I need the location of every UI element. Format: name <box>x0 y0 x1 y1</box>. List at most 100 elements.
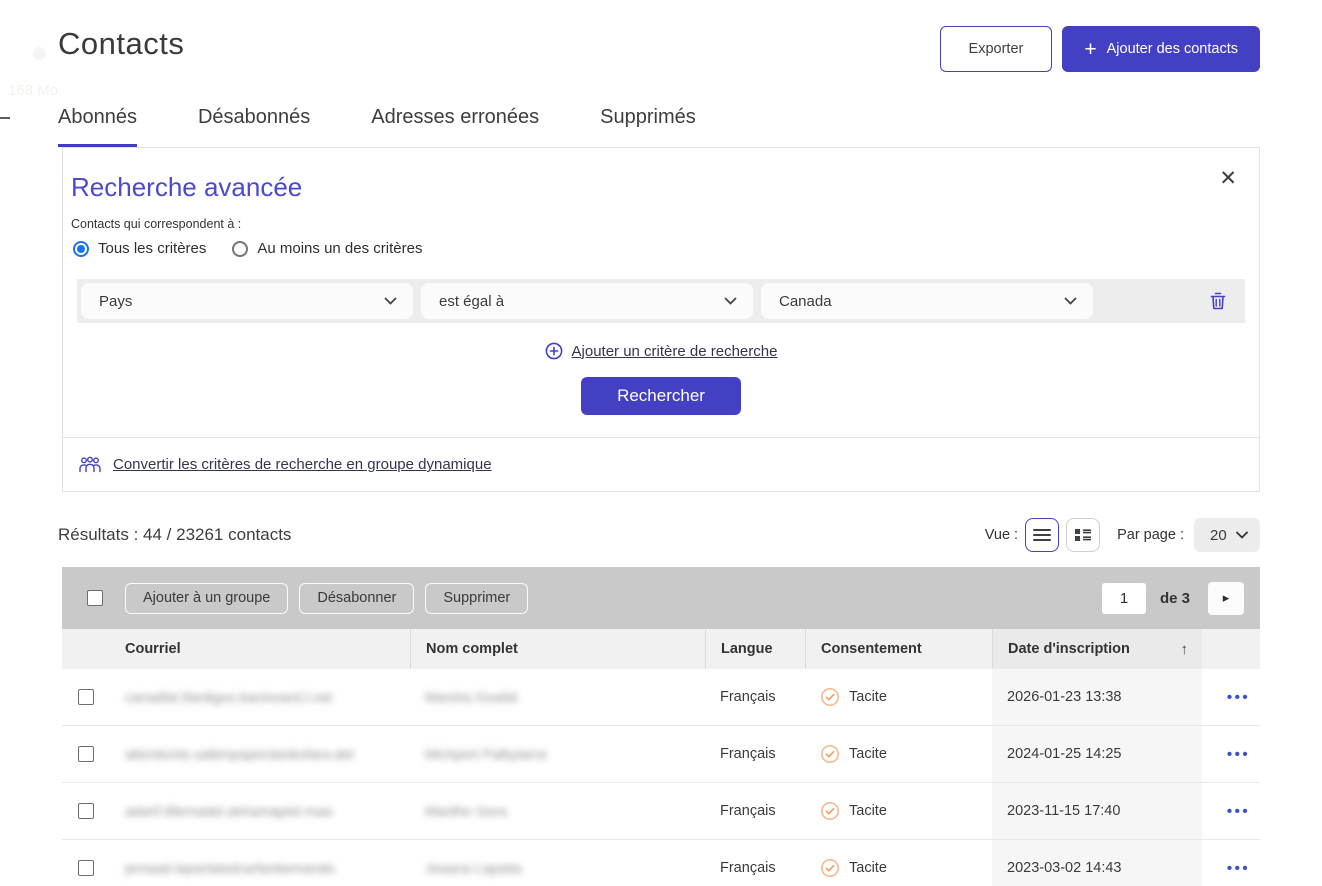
header-actions-spacer <box>1202 629 1260 669</box>
redacted-name: Jeaana Lapatta <box>425 860 522 876</box>
row-menu-icon[interactable]: ••• <box>1227 803 1250 820</box>
next-page-icon: ▸ <box>1223 590 1230 605</box>
table-row: jemaad.lapartatedcarfanbemande. Jeaana L… <box>62 840 1260 886</box>
tab-supprimes[interactable]: Supprimés <box>600 106 696 147</box>
tab-desabonnes[interactable]: Désabonnés <box>198 106 310 147</box>
delete-button[interactable]: Supprimer <box>425 583 528 614</box>
chevron-down-icon <box>1064 297 1077 305</box>
row-checkbox[interactable] <box>78 746 94 762</box>
criterion-value: Canada <box>779 293 832 310</box>
date-value: 2024-01-25 14:25 <box>1007 746 1122 762</box>
table-row: adarif.tillemadet.dehamaptel.maa Marithe… <box>62 783 1260 840</box>
language-value: Français <box>720 803 776 819</box>
per-page-label: Par page : <box>1117 527 1184 543</box>
row-menu-icon[interactable]: ••• <box>1227 860 1250 877</box>
criterion-field-select[interactable]: Pays <box>81 283 413 319</box>
convert-to-group-link[interactable]: Convertir les critères de recherche en g… <box>113 456 492 473</box>
card-view-button[interactable] <box>1066 518 1100 552</box>
group-icon <box>78 456 102 473</box>
add-contacts-label: Ajouter des contacts <box>1107 41 1238 57</box>
language-value: Français <box>720 860 776 876</box>
row-checkbox[interactable] <box>78 860 94 876</box>
bulk-action-bar: Ajouter à un groupe Désabonner Supprimer… <box>62 567 1260 629</box>
language-value: Français <box>720 689 776 705</box>
table-row: canadlat.tfardigos.bacinoard.t.nat Marsh… <box>62 669 1260 726</box>
chevron-down-icon <box>724 297 737 305</box>
select-all-checkbox[interactable] <box>87 590 103 606</box>
redacted-name: Marithe Gera <box>425 803 507 819</box>
results-summary: Résultats : 44 / 23261 contacts <box>58 525 291 545</box>
advanced-search-title: Recherche avancée <box>63 172 1259 203</box>
language-value: Français <box>720 746 776 762</box>
consent-check-icon <box>820 858 840 878</box>
add-criterion-link[interactable]: Ajouter un critère de recherche <box>63 342 1259 360</box>
page-total-label: de 3 <box>1160 590 1190 607</box>
add-contacts-button[interactable]: + Ajouter des contacts <box>1062 26 1260 72</box>
advanced-search-card: ✕ Recherche avancée Contacts qui corresp… <box>62 147 1260 492</box>
row-checkbox[interactable] <box>78 803 94 819</box>
sidebar-remnant-text: 168 Mo <box>8 82 58 99</box>
tab-abonnes[interactable]: Abonnés <box>58 106 137 147</box>
date-value: 2023-11-15 17:40 <box>1007 803 1120 819</box>
sort-asc-icon[interactable]: ↑ <box>1181 641 1189 658</box>
add-criterion-label: Ajouter un critère de recherche <box>572 343 778 360</box>
criterion-field-value: Pays <box>99 293 132 310</box>
criterion-operator-select[interactable]: est égal à <box>421 283 753 319</box>
top-actions: Exporter + Ajouter des contacts <box>940 26 1260 72</box>
pagination: de 3 ▸ <box>1102 582 1244 615</box>
consent-check-icon <box>820 801 840 821</box>
criterion-value-select[interactable]: Canada <box>761 283 1093 319</box>
column-header-nom-complet[interactable]: Nom complet <box>410 629 705 669</box>
consent-value: Tacite <box>849 803 887 819</box>
radio-any-label: Au moins un des critères <box>257 240 422 257</box>
results-row: Résultats : 44 / 23261 contacts Vue : Pa… <box>58 515 1260 555</box>
table-row: attentionte.salbmpaperdanbofara.det Mich… <box>62 726 1260 783</box>
page-number-input[interactable] <box>1102 583 1146 614</box>
redacted-name: Michpert Palbytarra <box>425 746 546 762</box>
contacts-tabs: Abonnés Désabonnés Adresses erronées Sup… <box>58 106 1260 147</box>
contacts-page: 168 Mo Contacts Exporter + Ajouter des c… <box>0 0 1322 886</box>
unsubscribe-button[interactable]: Désabonner <box>299 583 414 614</box>
delete-criterion-button[interactable] <box>1209 291 1227 311</box>
row-menu-icon[interactable]: ••• <box>1227 689 1250 706</box>
per-page-select[interactable]: 20 <box>1194 518 1260 552</box>
redacted-email: canadlat.tfardigos.bacinoard.t.nat <box>125 689 332 705</box>
header-checkbox-spacer <box>62 629 110 669</box>
export-button[interactable]: Exporter <box>940 26 1053 72</box>
chevron-down-icon <box>1236 531 1248 539</box>
column-header-date-inscription[interactable]: Date d'inscription ↑ <box>992 629 1202 669</box>
table-header: Courriel Nom complet Langue Consentement… <box>62 629 1260 669</box>
tab-adresses-erronees[interactable]: Adresses erronées <box>371 106 539 147</box>
radio-all-label: Tous les critères <box>98 240 206 257</box>
redacted-email: adarif.tillemadet.dehamaptel.maa <box>125 803 332 819</box>
chevron-down-icon <box>384 297 397 305</box>
sidebar-remnant-dash <box>0 117 10 119</box>
column-header-consentement[interactable]: Consentement <box>805 629 992 669</box>
sidebar-remnant-dot <box>33 47 46 60</box>
list-view-icon <box>1033 528 1051 542</box>
radio-all-criteria[interactable]: Tous les critères <box>73 240 206 257</box>
close-icon[interactable]: ✕ <box>1219 168 1237 189</box>
per-page-value: 20 <box>1210 527 1227 544</box>
consent-value: Tacite <box>849 689 887 705</box>
list-view-button[interactable] <box>1025 518 1059 552</box>
criterion-operator-value: est égal à <box>439 293 504 310</box>
column-header-langue[interactable]: Langue <box>705 629 805 669</box>
search-button[interactable]: Rechercher <box>581 377 741 415</box>
next-page-button[interactable]: ▸ <box>1208 582 1244 615</box>
top-bar: Contacts Exporter + Ajouter des contacts <box>58 0 1260 72</box>
table-body: canadlat.tfardigos.bacinoard.t.nat Marsh… <box>62 669 1260 886</box>
plus-circle-icon <box>545 342 563 360</box>
consent-value: Tacite <box>849 860 887 876</box>
redacted-name: Marsha Goafat <box>425 689 518 705</box>
date-value: 2023-03-02 14:43 <box>1007 860 1122 876</box>
radio-any-criteria[interactable]: Au moins un des critères <box>232 240 422 257</box>
row-menu-icon[interactable]: ••• <box>1227 746 1250 763</box>
radio-unselected-icon <box>232 241 248 257</box>
view-controls: Vue : Par page : 20 <box>985 518 1260 552</box>
criterion-row: Pays est égal à Canada <box>77 279 1245 323</box>
row-checkbox[interactable] <box>78 689 94 705</box>
column-header-courriel[interactable]: Courriel <box>110 629 410 669</box>
convert-to-group-row: Convertir les critères de recherche en g… <box>63 438 1259 491</box>
add-to-group-button[interactable]: Ajouter à un groupe <box>125 583 288 614</box>
